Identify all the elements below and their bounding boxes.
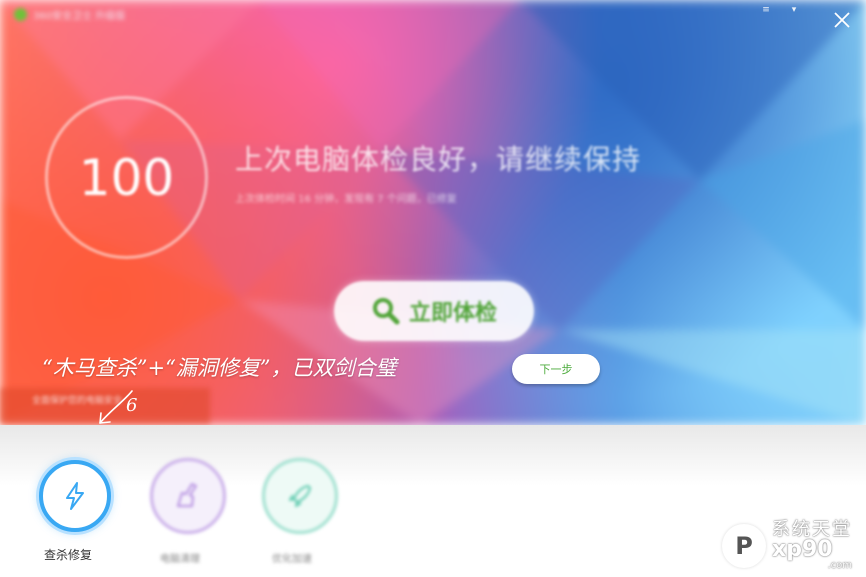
step-number: 6 xyxy=(126,395,137,416)
check-now-button[interactable]: 立即体检 xyxy=(334,281,534,341)
status-subline: 上次体检时间 16 分钟，发现有 7 个问题，已修复 xyxy=(235,194,457,205)
broom-icon xyxy=(177,483,197,507)
status-headline: 上次电脑体检良好，请继续保持 xyxy=(235,143,642,176)
app-title-text: 360安全卫士 升级版 xyxy=(33,10,126,22)
feature-scan-repair-label: 查杀修复 xyxy=(44,548,93,562)
close-icon[interactable] xyxy=(832,10,852,30)
app-window: 360安全卫士 升级版 ≡ ▾ 100 上次电脑体检良好，请继续保持 上次体检时… xyxy=(0,0,866,577)
watermark-logo-icon: P xyxy=(722,524,766,568)
watermark-com: .com xyxy=(827,560,852,571)
feature-clean-button[interactable] xyxy=(150,458,226,534)
score-ring: 100 xyxy=(45,96,208,259)
search-icon xyxy=(372,298,400,325)
feature-speedup-label: 优化加速 xyxy=(272,554,312,565)
site-watermark: P 系统天堂 xp90 .com xyxy=(722,521,852,571)
menu-button[interactable]: ≡ xyxy=(760,4,772,16)
minimize-button[interactable]: ▾ xyxy=(788,4,800,16)
lightning-icon xyxy=(66,482,84,510)
feature-speedup-button[interactable] xyxy=(262,458,338,534)
feature-scan-repair-button[interactable] xyxy=(39,460,111,532)
feature-clean-label: 电脑清理 xyxy=(160,554,200,565)
next-step-button[interactable]: 下一步 xyxy=(512,354,600,384)
watermark-en: xp90 xyxy=(772,537,833,562)
score-value: 100 xyxy=(78,148,175,207)
tutorial-tip: “木马查杀”+“漏洞修复”，已双剑合璧 xyxy=(42,356,397,380)
check-now-label: 立即体检 xyxy=(408,301,497,326)
app-logo-icon xyxy=(14,7,27,21)
rocket-icon xyxy=(289,485,311,507)
app-title: 360安全卫士 升级版 xyxy=(14,6,125,22)
